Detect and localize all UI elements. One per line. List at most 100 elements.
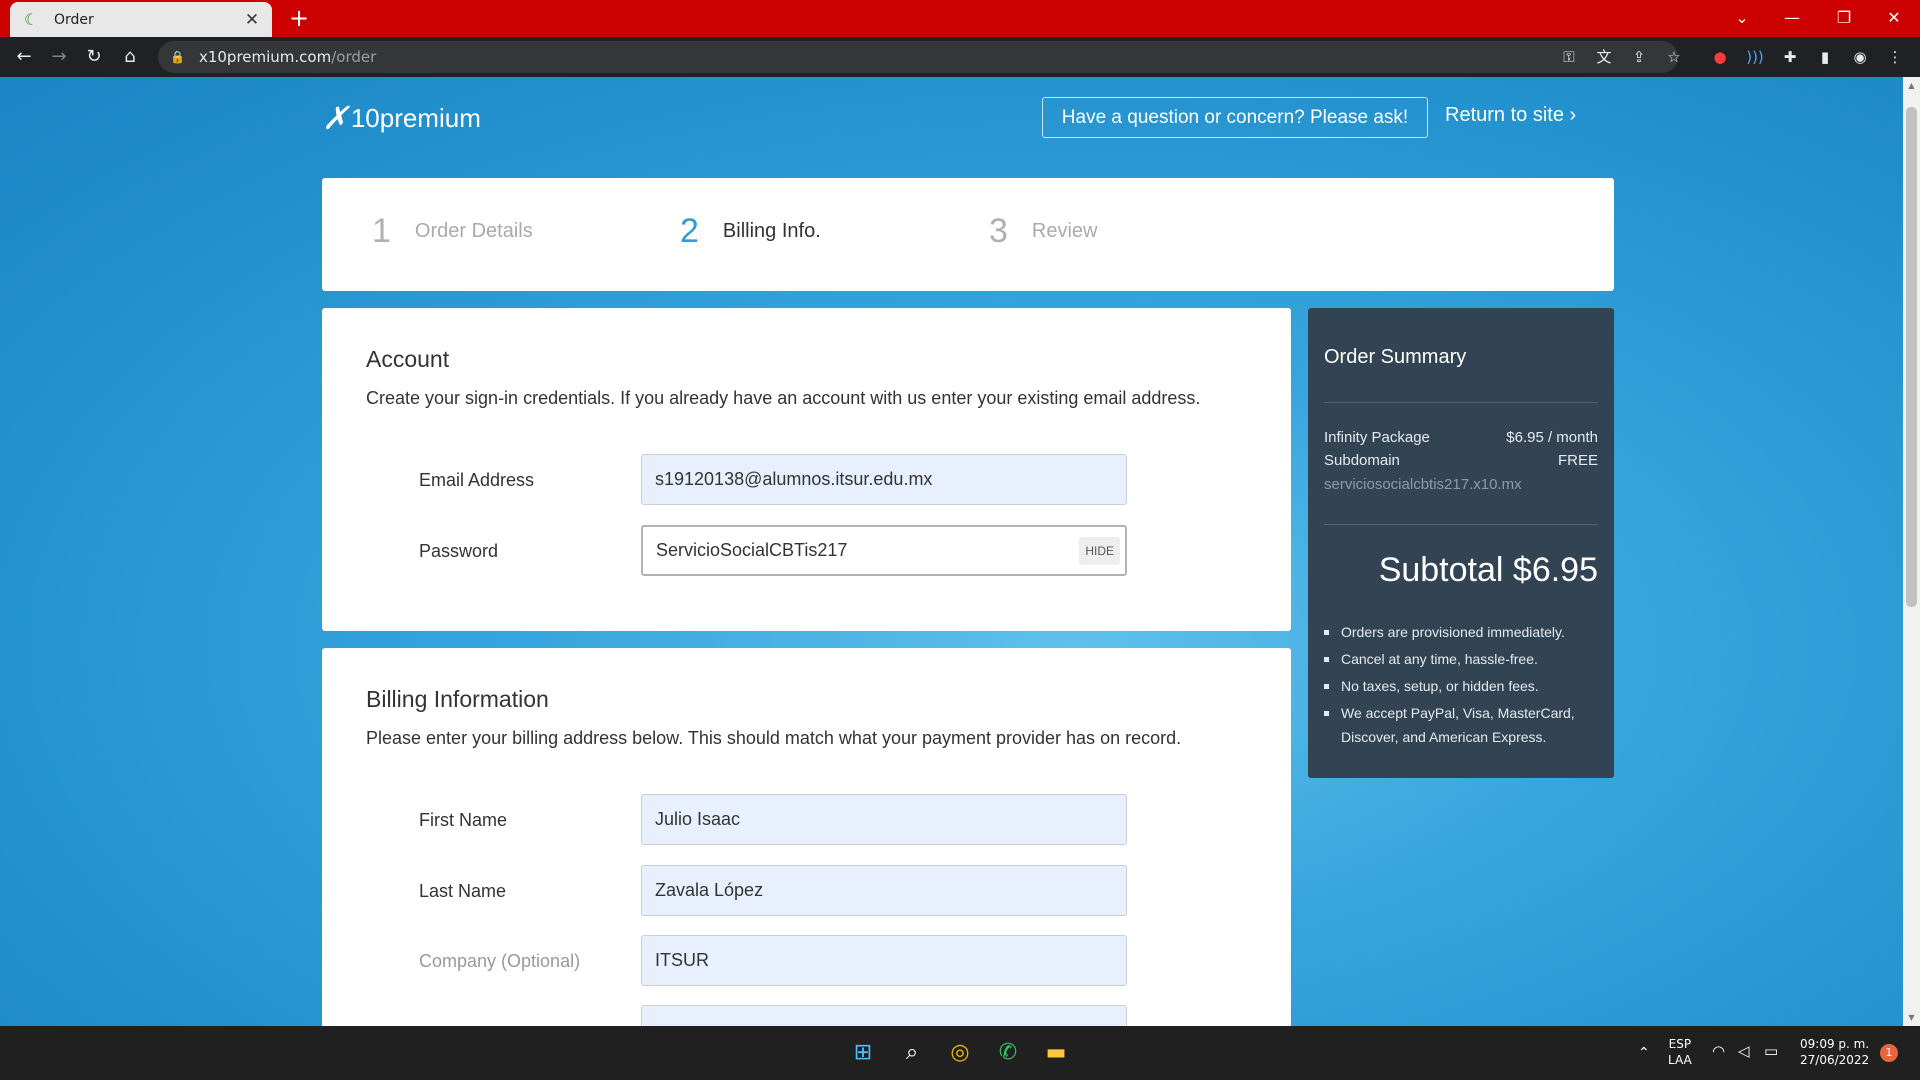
extension-audio-icon[interactable]: ))) [1742, 44, 1768, 70]
window-close-icon[interactable]: ✕ [1876, 3, 1912, 33]
package-label: Infinity Package [1324, 429, 1430, 446]
page-viewport: ✗ 10premium Have a question or concern? … [0, 77, 1920, 1026]
close-tab-icon[interactable]: ✕ [242, 10, 262, 30]
subtotal: Subtotal $6.95 [1379, 551, 1598, 590]
search-icon[interactable]: ⌕ [896, 1037, 928, 1069]
logo-text: 10premium [350, 102, 481, 133]
step-number: 3 [989, 212, 1008, 250]
clock-date: 27/06/2022 [1800, 1053, 1870, 1067]
browser-toolbar: ← → ↻ ⌂ 🔒 x10premium.com /order ⚿ 文 ⇪ ☆ … [0, 37, 1920, 77]
account-description: Create your sign-in credentials. If you … [366, 388, 1201, 408]
browser-tab[interactable]: ☾ Order ✕ [10, 2, 272, 37]
scroll-up-icon[interactable]: ▲ [1903, 77, 1920, 94]
tab-search-chevron-icon[interactable]: ⌄ [1724, 3, 1760, 33]
password-label: Password [419, 541, 499, 561]
next-field-partial[interactable] [641, 1005, 1127, 1026]
url-host: x10premium.com [198, 48, 332, 66]
step-label: Review [1031, 220, 1098, 242]
chrome-app-icon[interactable]: ◎ [944, 1037, 976, 1069]
summary-benefits-list: Orders are provisioned immediately. Canc… [1324, 620, 1604, 752]
show-hidden-icons-chevron-icon[interactable]: ⌃ [1638, 1045, 1650, 1061]
subdomain-label: Subdomain [1324, 452, 1400, 469]
share-icon[interactable]: ⇪ [1626, 44, 1652, 70]
step-label: Billing Info. [722, 220, 821, 242]
home-icon[interactable]: ⌂ [116, 43, 144, 71]
list-item: Cancel at any time, hassle-free. [1324, 647, 1604, 671]
profile-avatar-icon[interactable]: ◉ [1847, 44, 1873, 70]
password-value: ServicioSocialCBTis217 [656, 540, 848, 560]
url-path: /order [331, 48, 377, 66]
file-explorer-icon[interactable]: ▬ [1040, 1037, 1072, 1069]
lock-icon: 🔒 [170, 50, 185, 64]
step-order-details[interactable]: 1 Order Details [372, 212, 533, 251]
ask-question-button[interactable]: Have a question or concern? Please ask! [1042, 97, 1428, 138]
last-name-field[interactable]: Zavala López [641, 865, 1127, 916]
checkout-steps: 1 Order Details 2 Billing Info. 3 Review [322, 178, 1614, 291]
language-indicator[interactable]: ESP LAA [1668, 1036, 1692, 1068]
company-label: Company (Optional) [419, 951, 581, 971]
menu-kebab-icon[interactable]: ⋮ [1882, 44, 1908, 70]
extensions-puzzle-icon[interactable]: ✚ [1777, 44, 1803, 70]
package-price: $6.95 / month [1506, 429, 1598, 446]
extension-red-icon[interactable]: ● [1707, 44, 1733, 70]
subtotal-label: Subtotal [1378, 551, 1504, 589]
scroll-down-icon[interactable]: ▼ [1903, 1009, 1920, 1026]
subdomain-value: serviciosocialcbtis217.x10.mx [1324, 476, 1522, 493]
divider [1324, 524, 1598, 525]
tab-title: Order [54, 11, 94, 28]
order-summary-title: Order Summary [1324, 346, 1467, 368]
site-favicon-icon: ☾ [24, 9, 39, 29]
list-item: Orders are provisioned immediately. [1324, 620, 1604, 644]
first-name-value: Julio Isaac [655, 809, 741, 829]
scrollbar-thumb[interactable] [1906, 107, 1917, 607]
side-panel-icon[interactable]: ▮ [1812, 44, 1838, 70]
bookmark-star-icon[interactable]: ☆ [1661, 44, 1687, 70]
billing-title: Billing Information [366, 686, 549, 712]
x10premium-logo[interactable]: ✗ 10premium [322, 99, 481, 137]
subtotal-value: $6.95 [1512, 551, 1598, 589]
windows-start-icon[interactable]: ⊞ [847, 1037, 879, 1069]
translate-icon[interactable]: 文 [1591, 44, 1617, 70]
return-to-site-link[interactable]: Return to site › [1445, 104, 1576, 127]
address-bar[interactable]: 🔒 x10premium.com /order [158, 41, 1678, 73]
company-value: ITSUR [655, 950, 709, 970]
subdomain-price: FREE [1557, 452, 1598, 469]
email-field[interactable]: s19120138@alumnos.itsur.edu.mx [641, 454, 1127, 505]
battery-icon[interactable]: ▭ [1764, 1043, 1778, 1059]
list-item: No taxes, setup, or hidden fees. [1324, 674, 1604, 698]
clock-time: 09:09 p. m. [1800, 1037, 1870, 1051]
last-name-value: Zavala López [655, 880, 764, 900]
windows-taskbar: ⊞ ⌕ ◎ ✆ ▬ ⌃ ESP LAA ◠ ◁ ▭ 09:09 p. m. 27… [0, 1026, 1920, 1080]
minimize-icon[interactable]: — [1774, 3, 1810, 33]
step-billing-info[interactable]: 2 Billing Info. [680, 212, 821, 251]
account-title: Account [366, 346, 450, 372]
page-scrollbar[interactable]: ▲ ▼ [1903, 77, 1920, 1026]
back-icon[interactable]: ← [10, 43, 38, 71]
notification-badge[interactable]: 1 [1880, 1044, 1898, 1062]
package-line: Infinity Package $6.95 / month [1324, 429, 1598, 446]
last-name-label: Last Name [419, 881, 507, 901]
volume-icon[interactable]: ◁ [1738, 1043, 1750, 1059]
first-name-label: First Name [419, 810, 508, 830]
company-field[interactable]: ITSUR [641, 935, 1127, 986]
step-number: 2 [680, 212, 699, 250]
new-tab-icon[interactable]: + [285, 5, 313, 33]
clock[interactable]: 09:09 p. m. 27/06/2022 [1800, 1036, 1869, 1068]
email-label: Email Address [419, 470, 535, 490]
key-icon[interactable]: ⚿ [1556, 44, 1582, 70]
password-field[interactable]: ServicioSocialCBTis217 HIDE [641, 525, 1127, 576]
step-label: Order Details [414, 220, 533, 242]
language-bottom: LAA [1668, 1053, 1692, 1067]
first-name-field[interactable]: Julio Isaac [641, 794, 1127, 845]
step-number: 1 [372, 212, 391, 250]
subdomain-line: Subdomain FREE [1324, 452, 1598, 469]
reload-icon[interactable]: ↻ [80, 43, 108, 71]
list-item: We accept PayPal, Visa, MasterCard, Disc… [1324, 701, 1604, 749]
forward-icon[interactable]: → [45, 43, 73, 71]
hide-password-button[interactable]: HIDE [1079, 537, 1120, 565]
wifi-icon[interactable]: ◠ [1712, 1043, 1725, 1059]
step-review[interactable]: 3 Review [989, 212, 1098, 251]
whatsapp-app-icon[interactable]: ✆ [992, 1037, 1024, 1069]
order-summary: Order Summary Infinity Package $6.95 / m… [1308, 308, 1614, 778]
restore-icon[interactable]: ❐ [1826, 3, 1862, 33]
